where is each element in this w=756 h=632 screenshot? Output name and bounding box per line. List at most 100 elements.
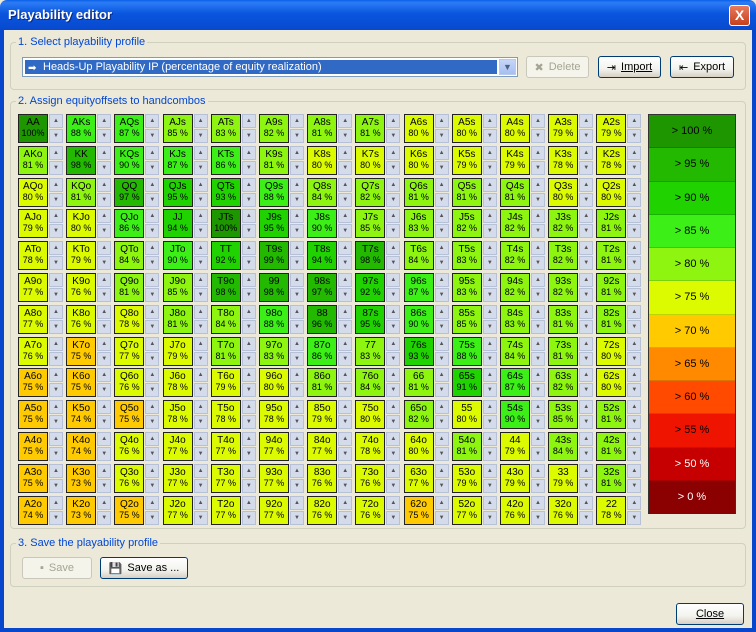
hand-tile[interactable]: 96o 80 % bbox=[259, 368, 289, 398]
increase-arrow-icon[interactable]: ▲ bbox=[290, 432, 304, 446]
increase-arrow-icon[interactable]: ▲ bbox=[145, 209, 160, 224]
increase-arrow-icon[interactable]: ▲ bbox=[627, 273, 642, 287]
decrease-arrow-icon[interactable]: ▼ bbox=[145, 415, 160, 430]
decrease-arrow-icon[interactable]: ▼ bbox=[386, 160, 401, 175]
hand-tile[interactable]: T3s 82 % bbox=[548, 241, 579, 271]
increase-arrow-icon[interactable]: ▲ bbox=[145, 304, 160, 319]
hand-tile[interactable]: T9o 98 % bbox=[210, 273, 241, 302]
hand-tile[interactable]: 32o 76 % bbox=[548, 495, 579, 525]
increase-arrow-icon[interactable]: ▲ bbox=[193, 432, 208, 446]
hand-tile[interactable]: KQs 90 % bbox=[114, 145, 145, 175]
hand-tile[interactable]: 82s 81 % bbox=[596, 304, 627, 334]
increase-arrow-icon[interactable]: ▲ bbox=[531, 463, 545, 478]
increase-arrow-icon[interactable]: ▲ bbox=[193, 114, 208, 128]
decrease-arrow-icon[interactable]: ▼ bbox=[434, 383, 449, 398]
increase-arrow-icon[interactable]: ▲ bbox=[290, 114, 304, 128]
increase-arrow-icon[interactable]: ▲ bbox=[386, 145, 401, 160]
increase-arrow-icon[interactable]: ▲ bbox=[241, 432, 256, 446]
decrease-arrow-icon[interactable]: ▼ bbox=[241, 383, 256, 398]
decrease-arrow-icon[interactable]: ▼ bbox=[193, 415, 208, 430]
hand-tile[interactable]: Q3o 76 % bbox=[114, 463, 145, 493]
increase-arrow-icon[interactable]: ▲ bbox=[482, 209, 497, 224]
hand-tile[interactable]: A8s 81 % bbox=[307, 114, 338, 143]
increase-arrow-icon[interactable]: ▲ bbox=[579, 304, 594, 319]
increase-arrow-icon[interactable]: ▲ bbox=[193, 241, 208, 256]
decrease-arrow-icon[interactable]: ▼ bbox=[627, 510, 642, 525]
decrease-arrow-icon[interactable]: ▼ bbox=[531, 510, 545, 525]
increase-arrow-icon[interactable]: ▲ bbox=[482, 432, 497, 446]
decrease-arrow-icon[interactable]: ▼ bbox=[482, 447, 497, 461]
increase-arrow-icon[interactable]: ▲ bbox=[531, 177, 545, 192]
hand-tile[interactable]: 95o 78 % bbox=[259, 400, 289, 430]
decrease-arrow-icon[interactable]: ▼ bbox=[49, 351, 63, 366]
hand-tile[interactable]: 76o 84 % bbox=[355, 368, 386, 398]
increase-arrow-icon[interactable]: ▲ bbox=[338, 273, 353, 287]
decrease-arrow-icon[interactable]: ▼ bbox=[579, 351, 594, 366]
increase-arrow-icon[interactable]: ▲ bbox=[241, 368, 256, 383]
hand-tile[interactable]: J3s 82 % bbox=[548, 209, 579, 239]
decrease-arrow-icon[interactable]: ▼ bbox=[386, 510, 401, 525]
hand-tile[interactable]: AKs 88 % bbox=[66, 114, 97, 143]
increase-arrow-icon[interactable]: ▲ bbox=[241, 400, 256, 415]
decrease-arrow-icon[interactable]: ▼ bbox=[290, 351, 304, 366]
hand-tile[interactable]: 75s 88 % bbox=[451, 336, 482, 366]
decrease-arrow-icon[interactable]: ▼ bbox=[386, 319, 401, 334]
decrease-arrow-icon[interactable]: ▼ bbox=[241, 510, 256, 525]
hand-tile[interactable]: A5o 75 % bbox=[18, 400, 48, 430]
hand-tile[interactable]: T7o 81 % bbox=[210, 336, 241, 366]
hand-tile[interactable]: Q8o 78 % bbox=[114, 304, 145, 334]
hand-tile[interactable]: K8o 76 % bbox=[66, 304, 97, 334]
decrease-arrow-icon[interactable]: ▼ bbox=[627, 415, 642, 430]
increase-arrow-icon[interactable]: ▲ bbox=[145, 241, 160, 256]
decrease-arrow-icon[interactable]: ▼ bbox=[49, 256, 63, 271]
increase-arrow-icon[interactable]: ▲ bbox=[579, 177, 594, 192]
decrease-arrow-icon[interactable]: ▼ bbox=[145, 510, 160, 525]
hand-tile[interactable]: 85s 85 % bbox=[451, 304, 482, 334]
hand-tile[interactable]: 32s 81 % bbox=[596, 463, 627, 493]
increase-arrow-icon[interactable]: ▲ bbox=[579, 209, 594, 224]
increase-arrow-icon[interactable]: ▲ bbox=[338, 463, 353, 478]
increase-arrow-icon[interactable]: ▲ bbox=[145, 177, 160, 192]
hand-tile[interactable]: QJo 86 % bbox=[114, 209, 145, 239]
increase-arrow-icon[interactable]: ▲ bbox=[386, 400, 401, 415]
hand-tile[interactable]: QTo 84 % bbox=[114, 241, 145, 271]
hand-tile[interactable]: 77 83 % bbox=[355, 336, 386, 366]
increase-arrow-icon[interactable]: ▲ bbox=[434, 114, 449, 128]
close-icon[interactable]: X bbox=[729, 5, 750, 26]
decrease-arrow-icon[interactable]: ▼ bbox=[193, 256, 208, 271]
decrease-arrow-icon[interactable]: ▼ bbox=[579, 256, 594, 271]
hand-tile[interactable]: 97s 92 % bbox=[355, 273, 386, 302]
decrease-arrow-icon[interactable]: ▼ bbox=[145, 160, 160, 175]
hand-tile[interactable]: 85o 79 % bbox=[307, 400, 338, 430]
hand-tile[interactable]: T4o 77 % bbox=[210, 432, 241, 461]
increase-arrow-icon[interactable]: ▲ bbox=[579, 368, 594, 383]
increase-arrow-icon[interactable]: ▲ bbox=[386, 241, 401, 256]
hand-tile[interactable]: A4o 75 % bbox=[18, 432, 48, 461]
decrease-arrow-icon[interactable]: ▼ bbox=[97, 447, 112, 461]
increase-arrow-icon[interactable]: ▲ bbox=[97, 114, 112, 128]
increase-arrow-icon[interactable]: ▲ bbox=[434, 241, 449, 256]
hand-tile[interactable]: 62s 80 % bbox=[596, 368, 627, 398]
hand-tile[interactable]: T9s 99 % bbox=[259, 241, 289, 271]
decrease-arrow-icon[interactable]: ▼ bbox=[193, 288, 208, 302]
increase-arrow-icon[interactable]: ▲ bbox=[627, 304, 642, 319]
hand-tile[interactable]: K7s 80 % bbox=[355, 145, 386, 175]
decrease-arrow-icon[interactable]: ▼ bbox=[386, 415, 401, 430]
decrease-arrow-icon[interactable]: ▼ bbox=[49, 383, 63, 398]
increase-arrow-icon[interactable]: ▲ bbox=[386, 273, 401, 287]
increase-arrow-icon[interactable]: ▲ bbox=[434, 432, 449, 446]
hand-tile[interactable]: J6o 78 % bbox=[162, 368, 193, 398]
increase-arrow-icon[interactable]: ▲ bbox=[193, 177, 208, 192]
increase-arrow-icon[interactable]: ▲ bbox=[627, 495, 642, 510]
decrease-arrow-icon[interactable]: ▼ bbox=[193, 319, 208, 334]
decrease-arrow-icon[interactable]: ▼ bbox=[49, 224, 63, 239]
decrease-arrow-icon[interactable]: ▼ bbox=[579, 510, 594, 525]
hand-tile[interactable]: J7s 85 % bbox=[355, 209, 386, 239]
hand-tile[interactable]: ATs 83 % bbox=[210, 114, 241, 143]
decrease-arrow-icon[interactable]: ▼ bbox=[627, 383, 642, 398]
decrease-arrow-icon[interactable]: ▼ bbox=[386, 256, 401, 271]
increase-arrow-icon[interactable]: ▲ bbox=[97, 432, 112, 446]
increase-arrow-icon[interactable]: ▲ bbox=[531, 145, 545, 160]
hand-tile[interactable]: 92s 81 % bbox=[596, 273, 627, 302]
increase-arrow-icon[interactable]: ▲ bbox=[97, 336, 112, 351]
